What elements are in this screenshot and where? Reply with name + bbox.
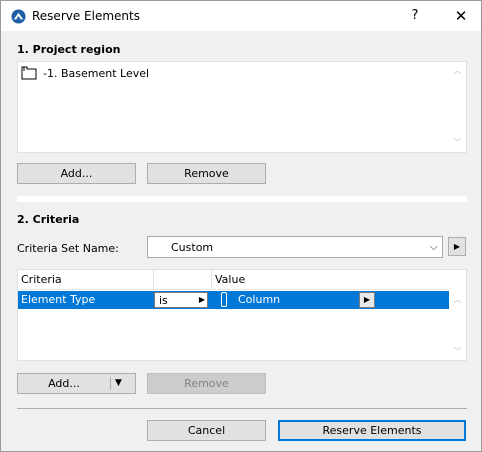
play-arrow-icon: ▶: [198, 295, 205, 304]
region-add-button[interactable]: Add...: [17, 163, 136, 184]
criteria-add-label[interactable]: Add...: [18, 374, 110, 393]
close-button[interactable]: ✕: [449, 5, 473, 27]
footer-separator: [17, 408, 467, 409]
play-arrow-icon: ▶: [453, 242, 461, 251]
region-remove-button[interactable]: Remove: [147, 163, 266, 184]
reserve-elements-button[interactable]: Reserve Elements: [278, 420, 466, 441]
criteria-table[interactable]: Criteria Value Element Type is ▶ Column …: [17, 269, 467, 361]
criteria-remove-button[interactable]: Remove: [147, 373, 266, 394]
play-arrow-icon: ▶: [363, 295, 371, 304]
operator-dropdown[interactable]: is ▶: [154, 292, 208, 308]
scroll-up-icon[interactable]: ︿: [453, 296, 462, 304]
column-header-criteria[interactable]: Criteria: [18, 270, 154, 290]
column-header-operator[interactable]: [154, 270, 212, 290]
title-bar: Reserve Elements ? ✕: [1, 1, 481, 31]
criteria-set-name-label: Criteria Set Name:: [17, 242, 119, 255]
criteria-add-split-button[interactable]: Add... ▼: [17, 373, 136, 394]
split-separator: [110, 377, 111, 390]
criteria-set-name-select[interactable]: Custom ⌵: [147, 236, 443, 258]
window-title: Reserve Elements: [32, 9, 140, 23]
value-cell[interactable]: Column: [238, 293, 280, 306]
column-element-icon: [221, 292, 227, 307]
operator-value: is: [159, 294, 168, 307]
criteria-set-menu-button[interactable]: ▶: [448, 237, 466, 256]
scroll-down-icon[interactable]: ﹀: [453, 139, 462, 147]
table-row[interactable]: Element Type is ▶ Column ▶: [18, 291, 449, 309]
archicad-app-icon: [11, 9, 26, 24]
project-region-list[interactable]: -1. Basement Level ︿ ﹀: [17, 61, 467, 153]
project-region-heading: 1. Project region: [17, 43, 121, 56]
story-level-icon: [21, 66, 37, 80]
region-list-scrollbar[interactable]: ︿ ﹀: [449, 62, 466, 152]
criteria-table-scrollbar[interactable]: ︿ ﹀: [449, 291, 466, 361]
reserve-elements-dialog: Reserve Elements ? ✕ 1. Project region -…: [0, 0, 482, 452]
scroll-down-icon[interactable]: ﹀: [453, 348, 462, 356]
chevron-down-icon: ⌵: [429, 240, 438, 253]
chevron-down-icon[interactable]: ▼: [115, 374, 122, 393]
help-button[interactable]: ?: [403, 5, 427, 27]
region-item-label: -1. Basement Level: [43, 67, 150, 80]
criteria-heading: 2. Criteria: [17, 213, 80, 226]
criteria-set-name-value: Custom: [171, 241, 214, 254]
criteria-cell[interactable]: Element Type: [21, 293, 95, 306]
scroll-up-icon[interactable]: ︿: [453, 67, 462, 75]
cancel-button[interactable]: Cancel: [147, 420, 266, 441]
value-menu-button[interactable]: ▶: [359, 292, 375, 308]
column-header-value[interactable]: Value: [212, 270, 450, 290]
section-divider: [17, 196, 467, 202]
